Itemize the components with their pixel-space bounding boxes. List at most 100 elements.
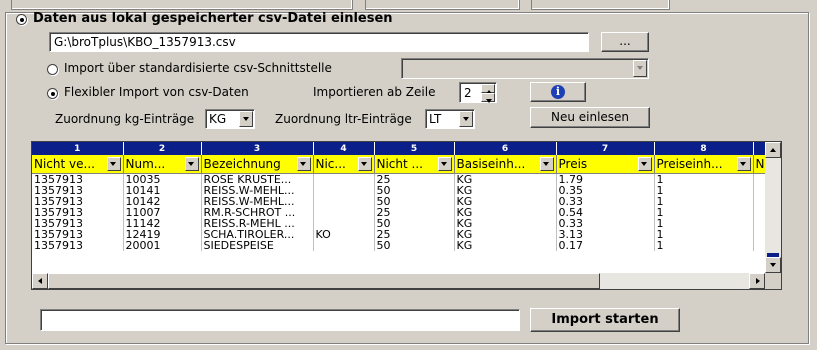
table-cell[interactable]: REISS.W-MEHL... [201,196,314,207]
spinner-up-icon[interactable] [481,84,495,94]
header-cell[interactable]: Nicht ... [374,155,455,174]
table-cell[interactable] [313,207,375,218]
header-cell[interactable]: Preiseinh... [654,155,754,174]
table-cell[interactable]: 1 [654,173,754,185]
table-cell[interactable]: 1 [654,185,754,196]
zuordnung-ltr-select[interactable]: LT [425,109,475,129]
table-cell[interactable]: REISS.W-MEHL... [201,185,314,196]
table-cell[interactable] [313,173,375,185]
table-row[interactable]: 1357913 20001 SIEDESPEISE 50 KG 0.17 1 [32,240,770,251]
file-path-field[interactable]: G:\broTplus\KBO_1357913.csv [49,32,589,52]
chevron-down-icon[interactable] [637,157,652,171]
scroll-left-icon[interactable] [32,273,48,289]
table-cell[interactable]: SIEDESPEISE [201,240,314,251]
table-cell[interactable]: 1357913 [32,196,124,207]
table-cell[interactable]: 1 [654,240,754,251]
table-cell[interactable]: 25 [374,173,455,185]
table-cell[interactable]: 11007 [123,207,202,218]
horizontal-scroll-thumb[interactable] [48,273,600,289]
table-cell[interactable]: SCHA.TIROLER... [201,229,314,240]
chevron-down-icon[interactable] [437,157,452,171]
table-row[interactable]: 1357913 10141 REISS.W-MEHL... 50 KG 0.35 1 [32,185,770,196]
import-ab-zeile-spinner[interactable]: 2 [459,82,497,103]
table-cell[interactable]: 1 [654,207,754,218]
table-cell[interactable]: 1357913 [32,207,124,218]
table-cell[interactable]: KG [454,185,557,196]
table-cell[interactable]: 12419 [123,229,202,240]
table-cell[interactable]: KO [313,229,375,240]
table-cell[interactable]: KG [454,207,557,218]
table-cell[interactable]: 10035 [123,173,202,185]
table-row[interactable]: 1357913 11007 RM.R-SCHROT ... 25 KG 0.54 1 [32,207,770,218]
header-cell[interactable]: Preis [556,155,655,174]
import-starten-button[interactable]: Import starten [530,308,680,332]
zuordnung-kg-select[interactable]: KG [205,109,255,129]
table-cell[interactable] [313,218,375,229]
chevron-down-icon[interactable] [633,60,647,77]
table-cell[interactable]: 1.79 [556,173,655,185]
radio-import-flexible[interactable] [47,88,58,99]
table-cell[interactable]: 50 [374,196,455,207]
table-cell[interactable]: 10141 [123,185,202,196]
table-cell[interactable]: 50 [374,185,455,196]
table-row[interactable]: 1357913 10142 REISS.W-MEHL... 50 KG 0.33 1 [32,196,770,207]
table-cell[interactable]: 10142 [123,196,202,207]
header-cell[interactable]: Num... [123,155,202,174]
table-cell[interactable]: 0.33 [556,218,655,229]
table-cell[interactable]: 50 [374,218,455,229]
table-cell[interactable]: 1 [654,218,754,229]
table-cell[interactable]: 1357913 [32,229,124,240]
table-cell[interactable]: 3.13 [556,229,655,240]
table-cell[interactable]: 0.35 [556,185,655,196]
scroll-up-icon[interactable] [765,142,781,158]
table-cell[interactable]: RM.R-SCHROT ... [201,207,314,218]
table-cell[interactable]: REISS.R-MEHL ... [201,218,314,229]
header-cell[interactable]: Nicht ve... [32,155,124,174]
chevron-down-icon[interactable] [539,157,554,171]
table-cell[interactable]: 1357913 [32,218,124,229]
table-cell[interactable]: 1 [654,196,754,207]
spinner-down-icon[interactable] [481,93,495,103]
table-cell[interactable]: 25 [374,207,455,218]
table-cell[interactable] [313,185,375,196]
table-row[interactable]: 1357913 12419 SCHA.TIROLER... KO 25 KG 3.13 1 [32,229,770,240]
table-cell[interactable]: 0.54 [556,207,655,218]
horizontal-scrollbar[interactable] [32,273,765,289]
table-cell[interactable]: ROSE KRUSTE... [201,173,314,185]
chevron-down-icon[interactable] [736,157,751,171]
table-cell[interactable]: 11142 [123,218,202,229]
radio-local-csv[interactable] [16,14,27,25]
standard-interface-select[interactable] [401,58,649,79]
header-cell[interactable]: Bezeichnung [201,155,314,174]
table-cell[interactable]: 0.33 [556,196,655,207]
neu-einlesen-button[interactable]: Neu einlesen [530,107,650,128]
table-cell[interactable] [313,240,375,251]
info-button[interactable]: i [530,82,586,102]
table-cell[interactable]: 1 [654,229,754,240]
table-cell[interactable] [313,196,375,207]
header-cell[interactable]: Nic... [313,155,375,174]
table-cell[interactable]: 1357913 [32,173,124,185]
radio-import-standard[interactable] [47,64,58,75]
table-cell[interactable]: 50 [374,240,455,251]
table-cell[interactable]: 20001 [123,240,202,251]
browse-button[interactable]: ... [601,32,649,52]
chevron-down-icon[interactable] [296,157,311,171]
table-cell[interactable]: 1357913 [32,185,124,196]
table-cell[interactable]: 1357913 [32,240,124,251]
table-cell[interactable]: 0.17 [556,240,655,251]
vertical-scrollbar[interactable] [765,142,781,273]
header-cell[interactable]: Basiseinh... [454,155,557,174]
table-row[interactable]: 1357913 11142 REISS.R-MEHL ... 50 KG 0.33 1 [32,218,770,229]
table-cell[interactable]: KG [454,240,557,251]
table-cell[interactable]: KG [454,196,557,207]
table-cell[interactable]: 25 [374,229,455,240]
scroll-right-icon[interactable] [749,273,765,289]
table-cell[interactable]: KG [454,229,557,240]
chevron-down-icon[interactable] [184,157,199,171]
table-cell[interactable]: KG [454,218,557,229]
data-grid[interactable]: 1 2 3 4 5 6 7 8 Nicht ve... Num... Bezei… [31,141,782,290]
chevron-down-icon[interactable] [239,111,253,127]
table-cell[interactable]: KG [454,173,557,185]
chevron-down-icon[interactable] [459,111,473,127]
